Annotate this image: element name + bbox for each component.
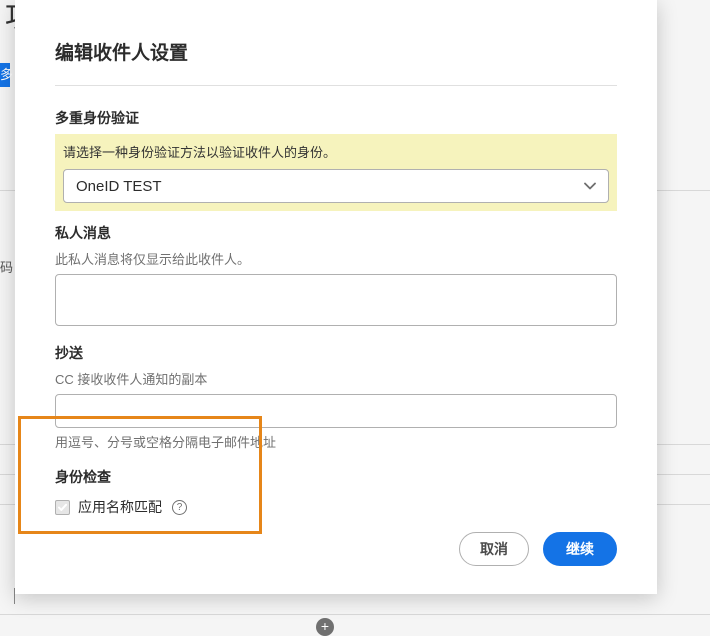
private-message-desc: 此私人消息将仅显示给此收件人。 (55, 249, 617, 268)
divider (55, 85, 617, 86)
edit-recipient-settings-modal: 编辑收件人设置 多重身份验证 请选择一种身份验证方法以验证收件人的身份。 One… (15, 0, 657, 594)
cc-hint: 用逗号、分号或空格分隔电子邮件地址 (55, 432, 617, 451)
name-match-label: 应用名称匹配 (78, 497, 162, 517)
cc-label: 抄送 (55, 343, 617, 363)
modal-footer: 取消 继续 (459, 532, 617, 566)
add-icon[interactable]: + (316, 618, 334, 636)
bg-hline (0, 614, 710, 615)
identity-check-section: 身份检查 应用名称匹配 ? (55, 465, 617, 517)
cancel-button[interactable]: 取消 (459, 532, 529, 566)
name-match-checkbox[interactable] (55, 500, 70, 515)
private-message-input[interactable] (55, 274, 617, 326)
name-match-row: 应用名称匹配 ? (55, 497, 617, 517)
chevron-down-icon (584, 177, 596, 195)
bg-password-label: 码 (0, 257, 13, 276)
mfa-method-select[interactable]: OneID TEST (63, 169, 609, 203)
mfa-description: 请选择一种身份验证方法以验证收件人的身份。 (63, 142, 609, 161)
help-icon[interactable]: ? (172, 500, 187, 515)
cc-desc: CC 接收收件人通知的副本 (55, 369, 617, 388)
modal-title: 编辑收件人设置 (55, 38, 617, 65)
continue-button[interactable]: 继续 (543, 532, 617, 566)
cc-email-input[interactable] (55, 394, 617, 428)
bg-tag: 多 (0, 63, 10, 87)
private-message-label: 私人消息 (55, 223, 617, 243)
mfa-block: 请选择一种身份验证方法以验证收件人的身份。 OneID TEST (55, 134, 617, 211)
mfa-selected-value: OneID TEST (76, 178, 162, 195)
identity-check-label: 身份检查 (55, 467, 617, 487)
mfa-section-label: 多重身份验证 (55, 108, 617, 128)
